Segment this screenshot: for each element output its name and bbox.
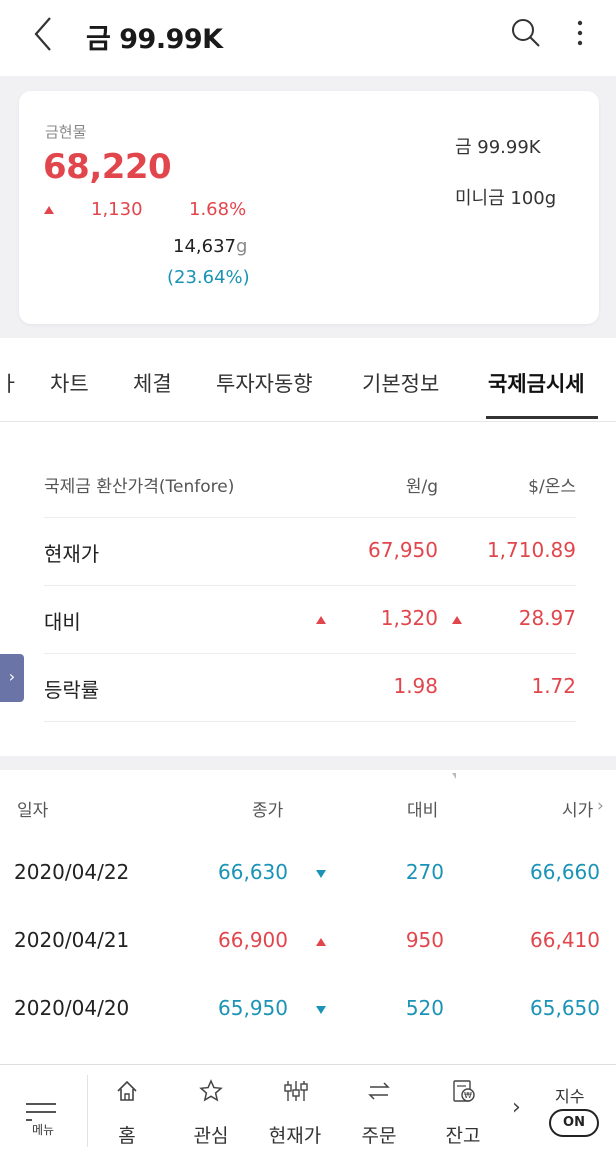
app-header: 금 99.99K: [0, 0, 616, 76]
won-value: 1,320: [380, 606, 438, 630]
nav-label: 관심: [193, 1125, 229, 1147]
usd-value: 28.97: [518, 606, 576, 630]
nav-current-price[interactable]: 현재가: [255, 1073, 335, 1153]
bottom-navigation: 메뉴 홈 관심 현재가 주문 ₩ 잔고 › 지수 ON: [0, 1064, 616, 1159]
won-value: 67,950: [368, 538, 438, 562]
tab-bar: ㅏ 차트 체결 투자자동향 기본정보 국제금시세: [0, 338, 616, 422]
tab-investor-trends[interactable]: 투자자동향: [216, 368, 313, 398]
product-link-gold[interactable]: 금 99.99K: [455, 133, 541, 159]
search-icon: [512, 19, 540, 47]
sliders-icon: [284, 1081, 308, 1101]
intl-gold-row-change: 대비 1,320 28.97: [44, 586, 576, 654]
row-open: 66,660: [530, 860, 600, 884]
row-change: 520: [405, 996, 444, 1020]
nav-label: 잔고: [445, 1125, 481, 1147]
wallet-icon: ₩: [453, 1080, 475, 1102]
volume-unit: g: [235, 236, 248, 257]
nav-favorites[interactable]: 관심: [171, 1073, 251, 1153]
row-date: 2020/04/21: [14, 928, 130, 952]
tab-trades[interactable]: 체결: [133, 368, 172, 398]
nav-home[interactable]: 홈: [87, 1073, 167, 1153]
chevron-left-icon: [34, 17, 51, 51]
more-button[interactable]: [568, 14, 592, 50]
tab-previous-cut[interactable]: ㅏ: [0, 368, 19, 398]
row-close: 66,630: [218, 860, 288, 884]
col-header-open[interactable]: 시가: [562, 796, 593, 821]
nav-label: 현재가: [268, 1125, 322, 1147]
index-toggle[interactable]: ON: [549, 1109, 599, 1137]
col-header-change[interactable]: 대비: [407, 796, 438, 821]
price-summary-card: 금현물 68,220 1,130 1.68% 14,637g (23.64%) …: [19, 91, 599, 324]
nav-order[interactable]: 주문: [339, 1073, 419, 1153]
table-row[interactable]: 2020/04/21 66,900 950 66,410: [0, 906, 616, 974]
usd-value: 1.72: [531, 674, 576, 698]
menu-button[interactable]: 메뉴: [22, 1087, 70, 1143]
row-close: 66,900: [218, 928, 288, 952]
nav-label: 주문: [361, 1125, 397, 1147]
index-label: 지수: [555, 1087, 585, 1106]
intl-gold-row-rate: 등락률 1.98 1.72: [44, 654, 576, 722]
col-header-close[interactable]: 종가: [252, 796, 283, 821]
col-header-date[interactable]: 일자: [17, 796, 48, 821]
down-triangle-icon: [316, 1006, 326, 1014]
down-triangle-icon: [316, 870, 326, 878]
home-icon: [117, 1080, 137, 1101]
price-change: 1,130: [91, 199, 143, 220]
active-tab-indicator: [486, 416, 598, 419]
product-link-mini-gold[interactable]: 미니금 100g: [455, 184, 556, 210]
scroll-right-icon[interactable]: ›: [597, 796, 604, 816]
row-close: 65,950: [218, 996, 288, 1020]
row-change: 270: [405, 860, 444, 884]
nav-label: 홈: [118, 1125, 136, 1147]
more-vertical-icon: [577, 20, 583, 46]
tab-chart[interactable]: 차트: [50, 368, 89, 398]
svg-text:₩: ₩: [464, 1091, 472, 1100]
row-label: 대비: [44, 610, 81, 634]
nav-balance[interactable]: ₩ 잔고: [423, 1073, 503, 1153]
intl-gold-header-row: 국제금 환산가격(Tenfore) 원/g $/온스: [44, 448, 576, 518]
won-value: 1.98: [393, 674, 438, 698]
up-triangle-icon: [44, 206, 54, 214]
trade-volume: 14,637g: [173, 236, 247, 257]
side-panel-handle[interactable]: ›: [0, 654, 24, 702]
product-type-label: 금현물: [45, 123, 87, 141]
volume-ratio: (23.64%): [167, 267, 250, 288]
row-date: 2020/04/22: [14, 860, 130, 884]
nav-more-arrow-icon[interactable]: ›: [512, 1095, 521, 1120]
row-open: 66,410: [530, 928, 600, 952]
row-label: 현재가: [44, 542, 100, 566]
intl-gold-header-label: 국제금 환산가격(Tenfore): [44, 477, 235, 497]
sort-marker-icon: [452, 773, 456, 779]
search-button[interactable]: [508, 14, 544, 50]
table-row[interactable]: 2020/04/20 65,950 520 65,650: [0, 974, 616, 1042]
row-change: 950: [405, 928, 444, 952]
page-title: 금 99.99K: [86, 24, 223, 55]
row-open: 65,650: [530, 996, 600, 1020]
up-triangle-icon: [452, 616, 462, 624]
intl-gold-header-usd: $/온스: [528, 477, 576, 497]
chevron-right-icon: ›: [8, 667, 16, 686]
intl-gold-header-won: 원/g: [405, 477, 438, 497]
row-date: 2020/04/20: [14, 996, 130, 1020]
usd-value: 1,710.89: [486, 538, 576, 562]
current-price: 68,220: [43, 147, 172, 187]
tab-intl-gold-price[interactable]: 국제금시세: [488, 368, 585, 398]
volume-value: 14,637: [173, 236, 236, 257]
star-icon: [199, 1079, 223, 1102]
intl-gold-table: 국제금 환산가격(Tenfore) 원/g $/온스 현재가 67,950 1,…: [0, 422, 616, 756]
swap-icon: [368, 1082, 390, 1100]
row-label: 등락률: [44, 678, 100, 702]
back-button[interactable]: [28, 14, 60, 54]
table-row[interactable]: 2020/04/22 66,630 270 66,660: [0, 838, 616, 906]
tab-basic-info[interactable]: 기본정보: [362, 368, 439, 398]
daily-price-table: 일자 종가 대비 시가 › 2020/04/22 66,630 270 66,6…: [0, 770, 616, 1064]
intl-gold-row-current: 현재가 67,950 1,710.89: [44, 518, 576, 586]
up-triangle-icon: [316, 938, 326, 946]
up-triangle-icon: [316, 616, 326, 624]
menu-label: 메뉴: [32, 1123, 55, 1137]
price-change-rate: 1.68%: [189, 199, 247, 220]
